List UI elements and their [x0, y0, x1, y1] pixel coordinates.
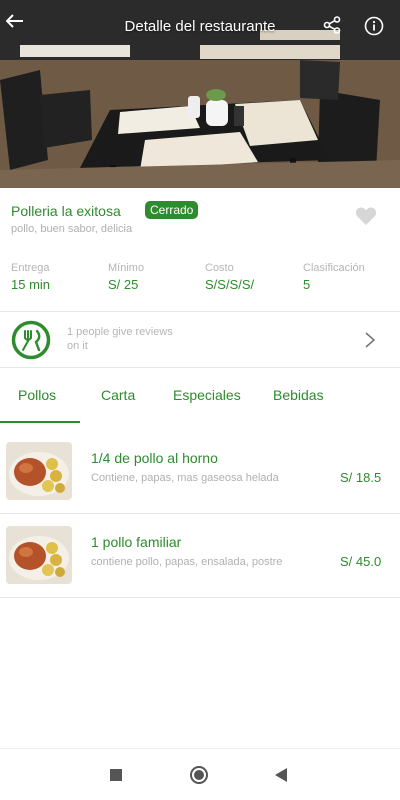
dish-image [6, 442, 72, 500]
dish-image [6, 526, 72, 584]
active-tab-indicator [0, 421, 80, 423]
back-nav-button[interactable] [271, 765, 291, 785]
restaurant-tagline: pollo, buen sabor, delicia [11, 223, 133, 235]
stat-value: S/ 25 [108, 277, 139, 292]
stat-label: Entrega [11, 262, 50, 274]
divider [0, 597, 400, 598]
stat-value: S/S/S/S/ [205, 277, 255, 292]
stat-label: Mínimo [108, 262, 145, 274]
stat-cost: Costo S/S/S/S/ [205, 262, 254, 292]
menu-item[interactable]: 1 pollo familiar contiene pollo, papas, … [0, 513, 400, 597]
reviews-row[interactable]: 1 people give reviews on it [0, 312, 400, 368]
stat-value: 15 min [11, 277, 51, 292]
tab-carta[interactable]: Carta [101, 387, 135, 403]
status-badge: Cerrado [145, 201, 199, 219]
stat-label: Clasificación [303, 262, 365, 274]
heart-icon [355, 207, 377, 225]
tab-pollos[interactable]: Pollos [18, 387, 56, 403]
square-icon [110, 769, 122, 781]
share-button[interactable] [323, 16, 347, 40]
restaurant-hero-image: Detalle del restaurante [0, 0, 400, 188]
menu-item[interactable]: 1/4 de pollo al horno Contiene, papas, m… [0, 429, 400, 513]
triangle-back-icon [275, 768, 287, 782]
menu-item-name: 1 pollo familiar [91, 534, 182, 550]
system-navigation-bar [0, 748, 400, 800]
favorite-button[interactable] [355, 206, 379, 228]
menu-item-name: 1/4 de pollo al horno [91, 450, 218, 466]
chevron-right-icon [365, 332, 376, 348]
stat-label: Costo [205, 262, 234, 274]
stat-rating: Clasificación 5 [303, 262, 365, 292]
tab-bebidas[interactable]: Bebidas [273, 387, 324, 403]
info-button[interactable] [364, 16, 388, 40]
restaurant-name: Polleria la exitosa [11, 203, 121, 219]
share-icon [323, 16, 341, 34]
circle-icon [190, 766, 208, 784]
stat-minimum: Mínimo S/ 25 [108, 262, 144, 292]
menu-item-price: S/ 18.5 [340, 470, 382, 485]
info-icon [364, 16, 384, 36]
utensils-icon [11, 320, 51, 360]
menu-item-description: contiene pollo, papas, ensalada, postre [91, 556, 283, 568]
stat-value: 5 [303, 277, 311, 292]
restaurant-info: Polleria la exitosa Cerrado pollo, buen … [0, 188, 400, 312]
recent-apps-button[interactable] [106, 765, 126, 785]
category-tabs: Pollos Carta Especiales Bebidas [0, 368, 400, 423]
stat-delivery: Entrega 15 min [11, 262, 50, 292]
menu-item-price: S/ 45.0 [340, 554, 382, 569]
tab-especiales[interactable]: Especiales [173, 387, 241, 403]
menu-item-description: Contiene, papas, mas gaseosa helada [91, 472, 279, 484]
home-button[interactable] [189, 765, 209, 785]
reviews-text: 1 people give reviews on it [67, 326, 173, 352]
